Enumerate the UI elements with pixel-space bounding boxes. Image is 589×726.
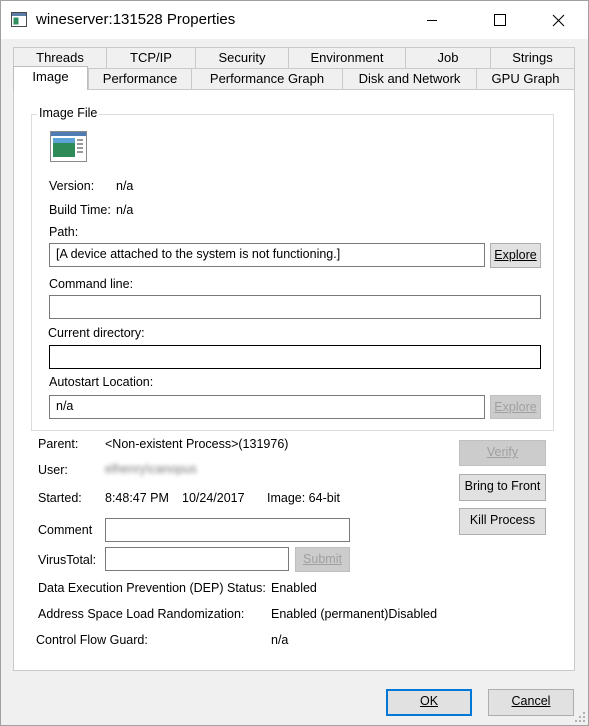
kill-process-label: Kill Process <box>469 513 536 527</box>
build-time-value: n/a <box>116 203 134 217</box>
version-label: Version: <box>49 179 95 193</box>
tab-label: Strings <box>512 50 553 65</box>
current-directory-label: Current directory: <box>48 326 145 340</box>
virustotal-field[interactable] <box>105 547 289 571</box>
autostart-location-label: Autostart Location: <box>49 375 154 389</box>
tab-label: Performance <box>102 71 178 86</box>
kill-process-button[interactable]: Kill Process <box>459 508 546 535</box>
aslr-label: Address Space Load Randomization: <box>38 607 245 621</box>
title-bar[interactable]: wineserver:131528 Properties <box>1 1 588 39</box>
current-directory-field[interactable] <box>49 345 541 369</box>
tab-label: Threads <box>36 50 84 65</box>
explore-button-label: Explore <box>494 248 537 262</box>
command-line-label: Command line: <box>49 277 134 291</box>
ok-button[interactable]: OK <box>386 689 472 716</box>
bring-to-front-label: Bring to Front <box>464 479 541 493</box>
comment-field[interactable] <box>105 518 350 542</box>
tab-label: Performance Graph <box>209 71 325 86</box>
tab-environment[interactable]: Environment <box>288 47 406 68</box>
bring-to-front-button[interactable]: Bring to Front <box>459 474 546 501</box>
tab-label: Security <box>218 50 266 65</box>
virustotal-label: VirusTotal: <box>38 553 97 567</box>
tab-strings[interactable]: Strings <box>490 47 575 68</box>
user-label: User: <box>38 463 68 477</box>
tab-security[interactable]: Security <box>195 47 289 68</box>
autostart-explore-label: Explore <box>494 400 537 414</box>
tab-disk-and-network[interactable]: Disk and Network <box>342 68 477 89</box>
tab-tcp-ip[interactable]: TCP/IP <box>106 47 196 68</box>
close-button[interactable] <box>535 1 581 39</box>
autostart-location-field[interactable]: n/a <box>49 395 485 419</box>
path-field[interactable]: [A device attached to the system is not … <box>49 243 485 267</box>
submit-button[interactable]: Submit <box>295 547 350 572</box>
tab-label: Disk and Network <box>358 71 461 86</box>
image-bitness: Image: 64-bit <box>267 491 340 505</box>
tab-label: Image <box>32 69 69 84</box>
window-title: wineserver:131528 Properties <box>36 11 236 28</box>
image-file-legend: Image File <box>37 106 100 120</box>
tab-job[interactable]: Job <box>405 47 491 68</box>
ok-button-label: OK <box>419 694 439 708</box>
build-time-label: Build Time: <box>49 203 111 217</box>
tab-label: TCP/IP <box>130 50 172 65</box>
verify-button[interactable]: Verify <box>459 440 546 466</box>
dep-status-label: Data Execution Prevention (DEP) Status: <box>38 581 266 595</box>
dep-status-value: Enabled <box>271 581 317 595</box>
tab-label: Environment <box>310 50 384 65</box>
maximize-button[interactable] <box>477 1 523 39</box>
cancel-button-label: Cancel <box>511 694 551 708</box>
command-line-field[interactable] <box>49 295 541 319</box>
tab-label: Job <box>437 50 459 65</box>
parent-label: Parent: <box>38 437 79 451</box>
maximize-icon <box>494 14 506 26</box>
minimize-icon <box>427 20 437 21</box>
cfg-value: n/a <box>271 633 289 647</box>
verify-button-label: Verify <box>486 445 519 459</box>
tab-performance-graph[interactable]: Performance Graph <box>191 68 343 89</box>
comment-label: Comment <box>38 523 93 537</box>
properties-window: wineserver:131528 Properties Threads TCP… <box>0 0 589 726</box>
submit-button-label: Submit <box>303 552 342 566</box>
cancel-button[interactable]: Cancel <box>488 689 574 716</box>
tab-threads[interactable]: Threads <box>13 47 107 68</box>
minimize-button[interactable] <box>409 1 455 39</box>
autostart-explore-button[interactable]: Explore <box>490 395 541 419</box>
cfg-label: Control Flow Guard: <box>36 633 148 647</box>
version-value: n/a <box>116 179 134 193</box>
application-image-icon <box>50 131 87 162</box>
user-value: elhenry\canopus <box>105 462 197 476</box>
path-label: Path: <box>49 225 79 239</box>
tab-performance[interactable]: Performance <box>88 68 192 89</box>
close-icon <box>552 14 564 26</box>
tab-image[interactable]: Image <box>13 66 88 90</box>
explore-button[interactable]: Explore <box>490 243 541 268</box>
parent-value: <Non-existent Process>(131976) <box>105 437 289 451</box>
tab-label: GPU Graph <box>491 71 560 86</box>
started-date: 10/24/2017 <box>182 491 245 505</box>
aslr-value: Enabled (permanent)Disabled <box>271 607 438 621</box>
started-time: 8:48:47 PM <box>105 491 169 505</box>
started-label: Started: <box>38 491 82 505</box>
resize-grip-icon[interactable] <box>574 711 586 723</box>
tab-gpu-graph[interactable]: GPU Graph <box>476 68 575 89</box>
window-app-icon <box>11 12 27 27</box>
